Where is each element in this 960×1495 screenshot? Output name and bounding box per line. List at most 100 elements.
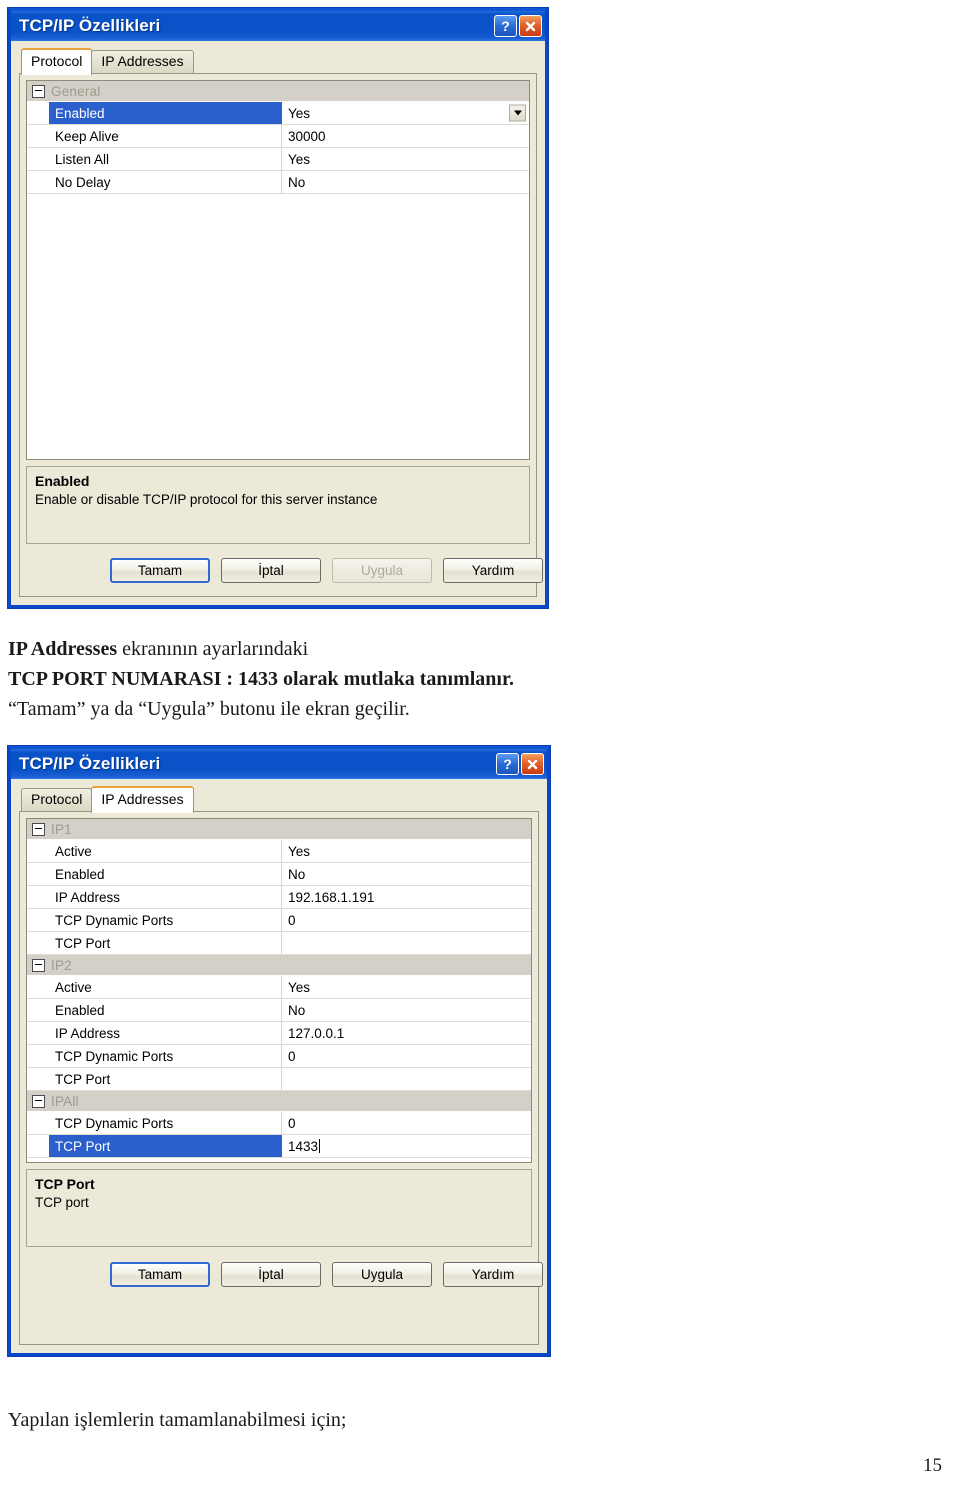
row-indent [27,886,49,908]
row-value[interactable]: No [282,999,531,1021]
help-icon[interactable]: ? [496,753,519,775]
table-row[interactable]: Enabled Yes [27,102,529,125]
cancel-button[interactable]: İptal [221,1262,321,1287]
collapse-icon[interactable] [32,958,45,972]
table-row[interactable]: Active Yes [27,976,531,999]
tab-ip-addresses[interactable]: IP Addresses [91,49,194,73]
row-indent [27,1068,49,1090]
dialog2-property-grid[interactable]: IP1 Active Yes Enabled No IP Address 192… [26,818,532,1163]
table-row[interactable]: Enabled No [27,863,531,886]
row-value[interactable]: 30000 [282,125,529,147]
collapse-icon[interactable] [32,84,45,98]
row-value[interactable]: Yes [282,148,529,170]
chevron-down-icon[interactable] [509,104,526,122]
instruction-paragraph-2-text: Yapılan işlemlerin tamamlanabilmesi için… [8,1409,347,1431]
apply-button[interactable]: Uygula [332,1262,432,1287]
row-value-text: 192.168.1.191 [288,889,375,905]
close-icon[interactable] [519,15,542,37]
table-row[interactable]: IP Address 192.168.1.191 [27,886,531,909]
tab-ip-addresses[interactable]: IP Addresses [91,785,194,813]
row-value[interactable]: 127.0.0.1 [282,1022,531,1044]
table-row[interactable]: IP Address 127.0.0.1 [27,1022,531,1045]
tcp-port-input[interactable]: 1433 [282,1135,531,1157]
dialog2-tabstrip: Protocol IP Addresses [19,785,539,813]
row-value-text: 0 [288,1048,296,1064]
table-row[interactable]: TCP Dynamic Ports 0 [27,1045,531,1068]
row-name: IP Address [49,886,282,908]
instruction-line-1: IP Addresses ekranının ayarlarındaki [8,634,908,664]
table-row[interactable]: TCP Dynamic Ports 0 [27,909,531,932]
dialog2-button-row: Tamam İptal Uygula Yardım [110,1262,543,1287]
row-value[interactable] [282,932,531,954]
row-indent [27,840,49,862]
page-number: 15 [923,1455,942,1476]
dialog1-tabstrip: Protocol IP Addresses [19,47,537,75]
row-value[interactable]: Yes [282,840,531,862]
row-value[interactable]: Yes [282,102,529,124]
grid-group-label: IP2 [51,957,72,973]
ok-button[interactable]: Tamam [110,558,210,583]
dialog1-titlebar-buttons: ? [494,15,542,37]
row-value[interactable]: Yes [282,976,531,998]
row-name: TCP Dynamic Ports [49,909,282,931]
dialog2-title: TCP/IP Özellikleri [19,754,161,773]
row-indent [27,148,49,170]
row-name: No Delay [49,171,282,193]
dialog2-titlebar[interactable]: TCP/IP Özellikleri ? [11,749,547,779]
instruction-paragraph-2: Yapılan işlemlerin tamamlanabilmesi için… [8,1405,908,1435]
help-button[interactable]: Yardım [443,558,543,583]
row-value[interactable]: 0 [282,1112,531,1134]
grid-group-ipall[interactable]: IPAll [27,1091,531,1112]
table-row[interactable]: Listen All Yes [27,148,529,171]
row-value-text: 1433 [288,1138,319,1154]
tab-protocol[interactable]: Protocol [21,47,93,75]
ok-button[interactable]: Tamam [110,1262,210,1287]
row-indent [27,909,49,931]
table-row[interactable]: Enabled No [27,999,531,1022]
row-value-text: Yes [288,979,311,995]
dialog1-description-pane: Enabled Enable or disable TCP/IP protoco… [26,466,530,544]
row-value-text: 0 [288,912,296,928]
grid-group-general[interactable]: General [27,81,529,102]
description-title: TCP Port [35,1176,95,1192]
table-row[interactable]: TCP Dynamic Ports 0 [27,1112,531,1135]
table-row[interactable]: Active Yes [27,840,531,863]
grid-group-ip1[interactable]: IP1 [27,819,531,840]
row-indent [27,863,49,885]
grid-group-ip2[interactable]: IP2 [27,955,531,976]
description-text: TCP port [35,1195,89,1210]
table-row[interactable]: TCP Port 1433 [27,1135,531,1158]
row-name: Listen All [49,148,282,170]
description-text: Enable or disable TCP/IP protocol for th… [35,492,378,507]
help-icon[interactable]: ? [494,15,517,37]
tab-protocol[interactable]: Protocol [21,787,93,811]
table-row[interactable]: TCP Port [27,1068,531,1091]
row-value[interactable]: 0 [282,909,531,931]
grid-group-label: General [51,83,101,99]
table-row[interactable]: Keep Alive 30000 [27,125,529,148]
instruction-line-1-rest: ekranının ayarlarındaki [117,638,309,660]
row-name: Enabled [49,863,282,885]
help-button[interactable]: Yardım [443,1262,543,1287]
row-value[interactable]: No [282,863,531,885]
table-row[interactable]: No Delay No [27,171,529,194]
close-icon[interactable] [521,753,544,775]
row-value[interactable] [282,1068,531,1090]
row-value-text: No [288,1002,306,1018]
collapse-icon[interactable] [32,822,45,836]
row-name: Enabled [49,102,282,124]
row-name: IP Address [49,1022,282,1044]
row-value[interactable]: 192.168.1.191 [282,886,531,908]
dialog2-body: Protocol IP Addresses IP1 Active Yes Ena… [11,779,547,1353]
row-name: Active [49,976,282,998]
cancel-button[interactable]: İptal [221,558,321,583]
collapse-icon[interactable] [32,1094,45,1108]
dialog2-description-pane: TCP Port TCP port [26,1169,532,1247]
dialog1-titlebar[interactable]: TCP/IP Özellikleri ? [11,11,545,41]
row-value[interactable]: No [282,171,529,193]
dialog1-property-grid[interactable]: General Enabled Yes Keep Alive 30000 Lis… [26,80,530,460]
table-row[interactable]: TCP Port [27,932,531,955]
row-name: TCP Port [49,1135,282,1157]
row-value[interactable]: 0 [282,1045,531,1067]
row-indent [27,125,49,147]
